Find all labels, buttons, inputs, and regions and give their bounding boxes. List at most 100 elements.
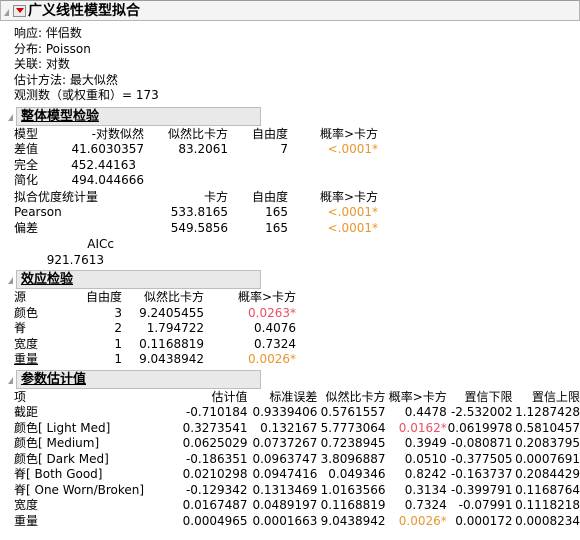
cell-lr-chisq: 0.1168819 [139,336,204,351]
table-row: 脊 2 1.794722 0.4076 [14,321,296,337]
cell-df: 165 [265,205,288,219]
cell-model: 完全 [14,157,39,172]
col-neg-loglik: -对数似然 [91,126,144,141]
cell-estimate: 0.3273541 [182,420,248,435]
triangle-collapse-icon[interactable] [4,8,9,16]
cell-term: 宽度 [14,498,39,512]
section-overall-model-test: 整体模型检验 模型 -对数似然 似然比卡方 自由度 概率>卡方 差值 41.60… [0,106,580,269]
cell-lr-chisq: 1.0163566 [320,482,386,497]
red-triangle-menu-icon[interactable] [13,4,26,17]
cell-model: 差值 [14,142,39,156]
col-upper-cl: 置信上限 [531,389,580,404]
table-header-row: 项 估计值 标准误差 似然比卡方 概率>卡方 置信下限 置信上限 [14,390,580,406]
cell-df: 1 [114,336,122,351]
model-meta: 响应: 伴侣数 分布: Poisson 关联: 对数 估计方法: 最大似然 观测… [0,23,580,105]
cell-lr-chisq [144,158,228,174]
cell-aicc-value: 921.7613 [46,252,104,267]
cell-upper-cl: 0.0008234 [515,513,580,528]
cell-estimate: 0.0210298 [182,467,248,481]
cell-std-error: 0.0001663 [252,513,318,528]
meta-link: 关联: 对数 [14,57,70,71]
table-row: 脊[ One Worn/Broken] -0.129342 0.1313469 … [14,483,580,499]
cell-lr-chisq: 0.5761557 [320,405,386,419]
cell-term: 颜色[ Light Med] [14,420,111,435]
glm-report-window: 广义线性模型拟合 响应: 伴侣数 分布: Poisson 关联: 对数 估计方法… [0,0,580,540]
table-overall-model-test: 模型 -对数似然 似然比卡方 自由度 概率>卡方 差值 41.6030357 8… [14,127,378,189]
meta-estimation: 估计方法: 最大似然 [14,72,118,87]
cell-lr-chisq: 0.7238945 [320,436,386,450]
table-header-row: AICc [14,237,114,253]
col-chisq: 卡方 [203,189,228,204]
cell-source: 宽度 [14,336,39,351]
col-term: 项 [14,389,27,404]
col-prob-chisq: 概率>卡方 [319,126,378,141]
section-parameter-estimates: 参数估计值 项 估计值 标准误差 似然比卡方 概率>卡方 置信下限 置信上限 截… [0,369,580,530]
cell-lower-cl: -0.399791 [450,482,513,497]
table-row: 重量 1 9.0438942 0.0026* [14,352,296,368]
cell-lower-cl: -0.080871 [450,436,513,450]
col-lower-cl: 置信下限 [464,389,513,404]
cell-lr-chisq: 9.0438942 [139,352,204,366]
cell-prob-chisq: 0.4478 [404,405,447,419]
section-header-overall-model-test[interactable]: 整体模型检验 [0,106,580,126]
cell-upper-cl: 0.1118218 [515,498,580,512]
cell-prob-chisq: 0.3134 [404,482,447,497]
cell-chisq: 533.8165 [170,205,228,219]
cell-upper-cl: 0.0007691 [515,451,580,466]
cell-source: 颜色 [14,305,39,320]
table-row: Pearson 533.8165 165 <.0001* [14,205,378,221]
table-effect-tests: 源 自由度 似然比卡方 概率>卡方 颜色 3 9.2405455 0.0263*… [14,290,296,368]
cell-prob-chisq: 0.0263* [248,305,296,320]
triangle-collapse-icon[interactable] [8,113,13,121]
cell-df: 2 [114,321,122,335]
cell-prob-chisq: 0.7324 [254,336,296,351]
col-df: 自由度 [85,290,122,304]
cell-lr-chisq: 3.8096887 [320,451,386,466]
col-gof-stat: 拟合优度统计量 [14,189,99,204]
cell-gof-stat: 偏差 [14,220,39,235]
col-lr-chisq: 似然比卡方 [143,290,204,304]
cell-std-error: 0.1313469 [252,482,318,497]
cell-lr-chisq: 0.1168819 [320,498,386,512]
table-row: 宽度 1 0.1168819 0.7324 [14,337,296,353]
section-title-parameter-estimates: 参数估计值 [16,369,261,389]
cell-std-error: 0.0947416 [252,467,318,481]
section-header-effect-tests[interactable]: 效应检验 [0,270,580,289]
cell-estimate: 0.0167487 [182,498,248,512]
cell-df [228,173,288,189]
table-aicc: AICc 921.7613 [14,237,114,268]
meta-response: 响应: 伴侣数 [14,26,82,40]
cell-upper-cl: 0.1168764 [515,482,580,497]
cell-upper-cl: 0.5810457 [515,420,580,435]
cell-upper-cl: 1.1287428 [515,405,580,419]
triangle-collapse-icon[interactable] [8,277,13,284]
cell-prob-chisq: <.0001* [327,220,378,235]
triangle-collapse-icon[interactable] [8,376,13,384]
cell-lr-chisq [144,173,228,189]
cell-term: 截距 [14,405,39,419]
cell-df [228,158,288,174]
cell-std-error: 0.132167 [260,420,318,435]
cell-lower-cl: -0.163737 [450,467,513,481]
section-title-effect-tests: 效应检验 [16,270,261,289]
cell-prob-chisq: 0.0026* [398,513,447,528]
col-model: 模型 [14,126,39,141]
cell-neg-loglik: 452.44163 [71,157,136,172]
col-prob-chisq: 概率>卡方 [319,189,378,204]
cell-chisq: 549.5856 [170,220,228,235]
cell-prob-chisq: 0.8242 [404,467,447,481]
col-source: 源 [14,290,27,304]
section-header-parameter-estimates[interactable]: 参数估计值 [0,369,580,389]
table-row: 重量 0.0004965 0.0001663 9.0438942 0.0026*… [14,514,580,530]
cell-neg-loglik: 494.044666 [71,173,144,187]
table-row: 截距 -0.710184 0.9339406 0.5761557 0.4478 … [14,405,580,421]
col-prob-chisq: 概率>卡方 [237,290,296,304]
table-parameter-estimates: 项 估计值 标准误差 似然比卡方 概率>卡方 置信下限 置信上限 截距 -0.7… [14,390,580,530]
cell-lower-cl: 0.0619978 [447,420,513,435]
cell-prob-chisq [288,158,378,174]
col-std-error: 标准误差 [269,389,318,404]
table-goodness-of-fit: 拟合优度统计量 卡方 自由度 概率>卡方 Pearson 533.8165 16… [14,190,378,237]
cell-upper-cl: 0.2083795 [515,436,580,450]
table-row: 偏差 549.5856 165 <.0001* [14,221,378,237]
col-df: 自由度 [251,189,288,204]
